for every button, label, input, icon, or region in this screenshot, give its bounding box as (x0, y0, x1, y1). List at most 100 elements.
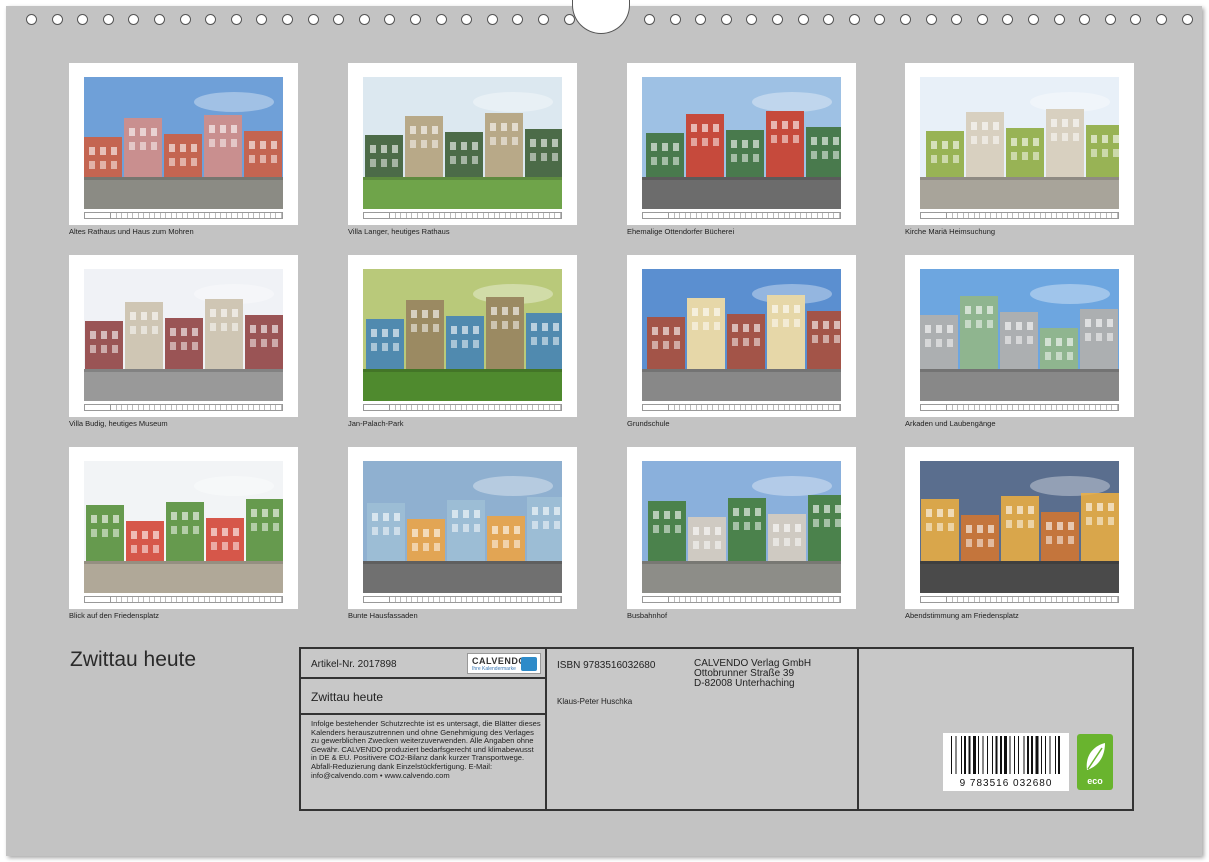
isbn: ISBN 9783516032680 (557, 660, 656, 671)
binding-hole (1130, 14, 1142, 25)
info-column-barcode: 9 783516 032680 eco (859, 649, 1132, 809)
month-thumbnail (905, 63, 1134, 225)
photo-caption: Jan-Palach-Park (348, 419, 404, 428)
binding-hole (823, 14, 835, 25)
day-cell (834, 597, 840, 602)
binding-hole (1181, 14, 1193, 25)
month-thumbnail (69, 63, 298, 225)
binding-hole (128, 14, 140, 25)
binding-hole (951, 14, 963, 25)
binding-hole (874, 14, 886, 25)
photo-caption: Bunte Hausfassaden (348, 611, 418, 620)
info-column-publisher: ISBN 9783516032680 CALVENDO Verlag GmbH … (547, 649, 859, 809)
photo-caption: Villa Budig, heutiges Museum (69, 419, 168, 428)
binding-hole (1028, 14, 1039, 25)
month-label-box (643, 405, 669, 410)
binding-hole (333, 14, 345, 25)
photo-caption: Grundschule (627, 419, 670, 428)
calvendo-logo: CALVENDO Ihre Kalendermarke (467, 653, 541, 674)
binding-hole (848, 14, 860, 25)
month-day-grid (363, 212, 562, 219)
month-day-grid (920, 212, 1119, 219)
month-day-grid (642, 212, 841, 219)
binding-hole (1104, 14, 1116, 25)
month-day-grid (920, 404, 1119, 411)
month-photo (642, 461, 841, 593)
day-cell (555, 405, 561, 410)
day-cell (1112, 213, 1118, 218)
binding-hole (26, 14, 37, 25)
binding-hole (410, 14, 421, 25)
month-thumbnail (69, 447, 298, 609)
photo-caption: Ehemalige Ottendorfer Bücherei (627, 227, 735, 236)
binding-hole (230, 14, 242, 25)
month-thumbnail (627, 63, 856, 225)
barcode: 9 783516 032680 (943, 733, 1069, 791)
month-photo (363, 269, 562, 401)
binding-hole (205, 14, 217, 25)
month-photo (84, 461, 283, 593)
binding-hole (669, 14, 681, 25)
month-thumbnail (348, 447, 577, 609)
barcode-bars (951, 736, 1060, 774)
day-cell (276, 405, 282, 410)
binding-hole (1079, 14, 1091, 25)
month-photo (920, 269, 1119, 401)
binding-hole (358, 14, 370, 25)
photo-caption: Abendstimmung am Friedensplatz (905, 611, 1019, 620)
month-photo (642, 269, 841, 401)
month-day-grid (363, 596, 562, 603)
eco-badge: eco (1077, 734, 1113, 790)
binding-hole (179, 14, 191, 25)
binding-hole (154, 14, 165, 25)
day-cell (834, 405, 840, 410)
month-label-box (364, 597, 390, 602)
article-number: Artikel-Nr. 2017898 (311, 659, 397, 670)
month-label-box (85, 597, 111, 602)
calvendo-logo-icon (521, 657, 537, 671)
leaf-icon (1086, 743, 1105, 770)
binding-hole (51, 14, 63, 25)
month-photo (920, 461, 1119, 593)
day-cell (1112, 597, 1118, 602)
month-label-box (85, 405, 111, 410)
month-photo (84, 269, 283, 401)
month-day-grid (642, 404, 841, 411)
binding-hole (435, 14, 447, 25)
binding-hole (1053, 14, 1065, 25)
month-label-box (364, 213, 390, 218)
info-column-article: Artikel-Nr. 2017898 CALVENDO Ihre Kalend… (301, 649, 547, 809)
day-cell (276, 597, 282, 602)
month-photo (363, 77, 562, 209)
binding-hole (695, 14, 707, 25)
month-photo (84, 77, 283, 209)
binding-hole (102, 14, 114, 25)
binding-hole (538, 14, 549, 25)
info-box: Artikel-Nr. 2017898 CALVENDO Ihre Kalend… (299, 647, 1134, 811)
photo-caption: Busbahnhof (627, 611, 668, 620)
month-day-grid (920, 596, 1119, 603)
binding-hole (256, 14, 268, 25)
binding-hole (282, 14, 293, 25)
photo-caption: Altes Rathaus und Haus zum Mohren (69, 227, 194, 236)
month-thumbnail (905, 255, 1134, 417)
calendar-subtitle: Zwittau heute (311, 690, 384, 704)
binding-hole (720, 14, 732, 25)
photo-caption: Arkaden und Laubengänge (905, 419, 996, 428)
binding-hole (563, 14, 575, 25)
month-day-grid (363, 404, 562, 411)
month-label-box (643, 213, 669, 218)
month-thumbnail (627, 255, 856, 417)
day-cell (555, 213, 561, 218)
binding-hole (384, 14, 396, 25)
binding-hole (925, 14, 937, 25)
binding-hole (797, 14, 809, 25)
photo-caption: Villa Langer, heutiges Rathaus (348, 227, 450, 236)
binding-hole (486, 14, 498, 25)
day-cell (834, 213, 840, 218)
publisher-address: CALVENDO Verlag GmbH Ottobrunner Straße … (694, 658, 812, 689)
binding-hole (746, 14, 758, 25)
binding-hole (512, 14, 524, 25)
barcode-number: 9 783516 032680 (959, 778, 1053, 789)
month-label-box (364, 405, 390, 410)
